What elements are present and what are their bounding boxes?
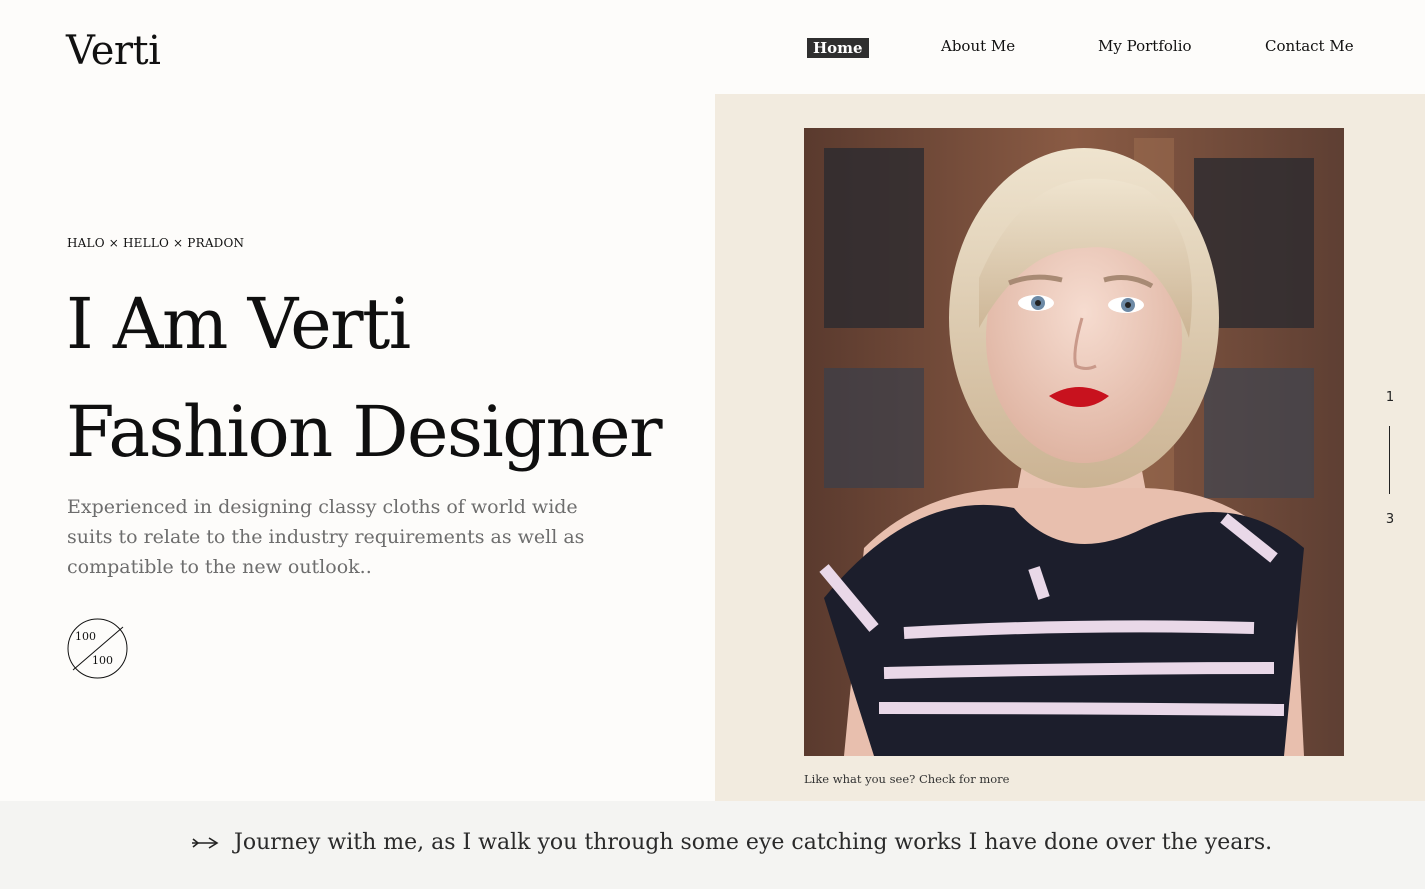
photo-caption[interactable]: Like what you see? Check for more [804, 772, 1009, 786]
score-badge: 100 100 [67, 618, 128, 679]
headline-line-2: Fashion Designer [66, 391, 663, 473]
arrow-right-icon [190, 831, 220, 856]
portrait-illustration [804, 128, 1344, 756]
slide-progress-line [1389, 426, 1390, 494]
slide-indicator: 1 3 [1380, 390, 1400, 530]
score-top: 100 [75, 630, 96, 643]
nav-item-contact-me[interactable]: Contact Me [1265, 36, 1354, 56]
journey-cta[interactable]: Journey with me, as I walk you through s… [190, 830, 1272, 856]
slide-total-number[interactable]: 3 [1380, 512, 1400, 527]
score-bottom: 100 [92, 654, 113, 667]
score-badge-circle-icon: 100 100 [67, 618, 128, 679]
nav-item-about-me[interactable]: About Me [941, 36, 1015, 56]
nav-item-home[interactable]: Home [807, 38, 869, 58]
hero-portrait-photo[interactable] [804, 128, 1344, 756]
hero-tagline: HALO × HELLO × PRADON [67, 236, 245, 250]
main-nav: Home About Me My Portfolio Contact Me [0, 36, 1425, 60]
headline-line-1: I Am Verti [66, 283, 411, 365]
slide-current-number[interactable]: 1 [1380, 390, 1400, 405]
journey-text: Journey with me, as I walk you through s… [234, 830, 1273, 855]
hero-description: Experienced in designing classy cloths o… [67, 496, 585, 578]
hero-headline: I Am Verti Fashion Designer [66, 270, 663, 486]
nav-item-my-portfolio[interactable]: My Portfolio [1098, 36, 1192, 56]
